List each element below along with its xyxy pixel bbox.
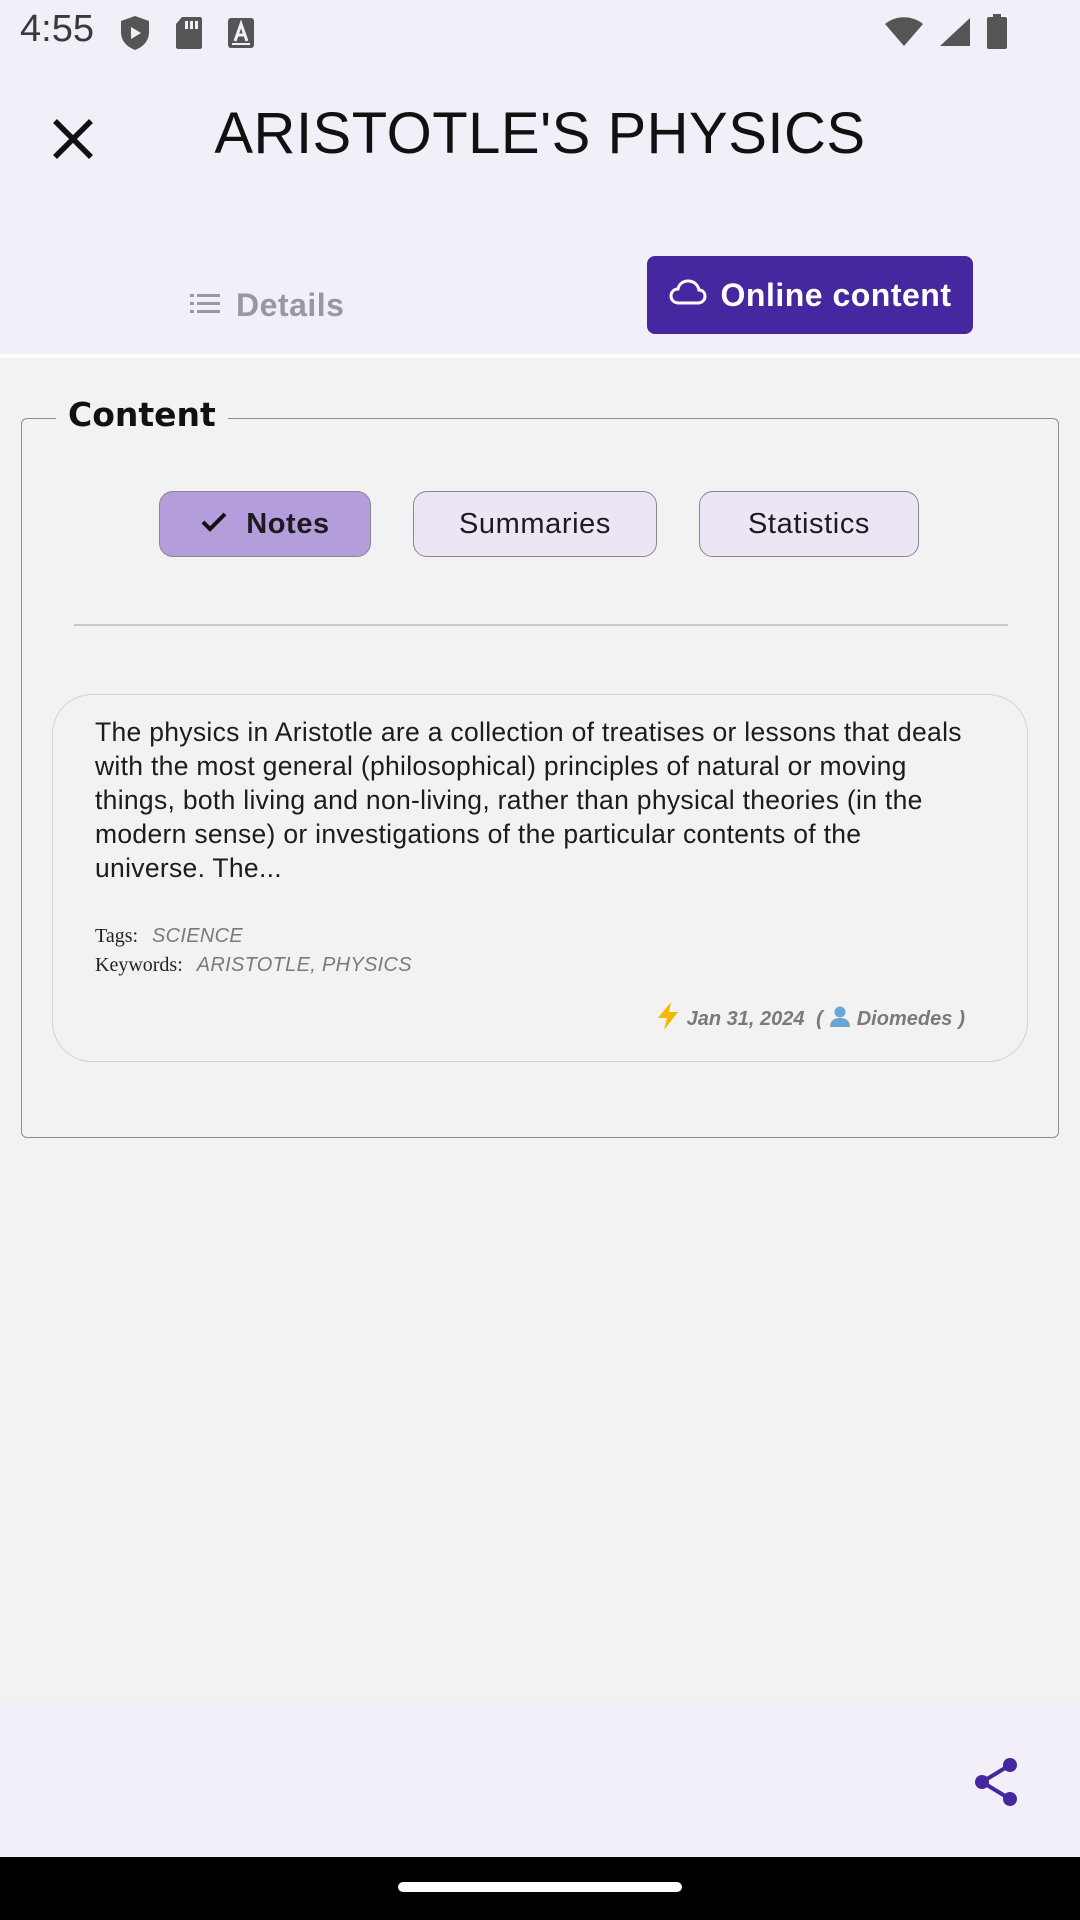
- wifi-icon: [884, 16, 924, 53]
- check-icon: [200, 508, 228, 541]
- note-author: Diomedes: [856, 1007, 953, 1030]
- home-gesture-handle[interactable]: [398, 1882, 682, 1892]
- filter-chip-notes[interactable]: Notes: [159, 491, 371, 557]
- note-card[interactable]: The physics in Aristotle are a collectio…: [52, 694, 1028, 1062]
- page-title: ARISTOTLE'S PHYSICS: [214, 101, 866, 166]
- tags-value: SCIENCE: [152, 925, 244, 947]
- content-legend: Content: [56, 395, 228, 434]
- status-icons-right: [884, 14, 1008, 55]
- cell-signal-icon: [938, 16, 972, 53]
- header-divider: [0, 354, 1080, 358]
- content-section: Content Notes Summaries Statistics The p…: [21, 395, 1059, 1138]
- system-nav-bar: [0, 1857, 1080, 1920]
- keywords-value: ARISTOTLE, PHYSICS: [196, 954, 412, 976]
- filter-chip-summaries[interactable]: Summaries: [413, 491, 657, 557]
- app-header: ARISTOTLE'S PHYSICS Details Online conte…: [0, 64, 1080, 354]
- note-text: The physics in Aristotle are a collectio…: [95, 717, 962, 883]
- person-icon: [829, 1005, 851, 1033]
- bottom-bar: [0, 1700, 1080, 1857]
- share-button[interactable]: [968, 1754, 1024, 1810]
- author-open-paren: (: [810, 1007, 823, 1030]
- tags-label: Tags:: [95, 925, 139, 947]
- lightning-icon: [655, 1001, 681, 1037]
- section-divider: [74, 624, 1008, 626]
- status-time: 4:55: [20, 8, 94, 50]
- font-a-icon: [226, 16, 256, 55]
- cloud-icon: [668, 277, 707, 314]
- tab-online-content-label: Online content: [720, 276, 952, 313]
- battery-icon: [986, 14, 1008, 55]
- share-icon: [968, 1758, 1024, 1814]
- tab-details-label: Details: [236, 286, 345, 323]
- author-close-paren: ): [958, 1007, 965, 1030]
- keywords-label: Keywords:: [95, 954, 183, 976]
- status-icons-left: [118, 14, 256, 57]
- filter-chip-summaries-label: Summaries: [458, 507, 612, 540]
- filter-chip-statistics-label: Statistics: [747, 507, 871, 540]
- shield-icon: [118, 14, 152, 57]
- filter-chip-notes-label: Notes: [246, 507, 330, 540]
- keywords-row: Keywords: ARISTOTLE, PHYSICS: [95, 954, 412, 977]
- tab-online-content[interactable]: Online content: [647, 256, 973, 334]
- sd-card-icon: [174, 15, 204, 56]
- tab-details[interactable]: Details: [190, 270, 344, 340]
- note-date: Jan 31, 2024: [686, 1007, 805, 1030]
- list-icon: [190, 287, 220, 324]
- filter-chip-statistics[interactable]: Statistics: [699, 491, 919, 557]
- note-footer: Jan 31, 2024 ( Diomedes ): [655, 1001, 965, 1037]
- tags-row: Tags: SCIENCE: [95, 925, 243, 948]
- status-bar: 4:55: [0, 0, 1080, 64]
